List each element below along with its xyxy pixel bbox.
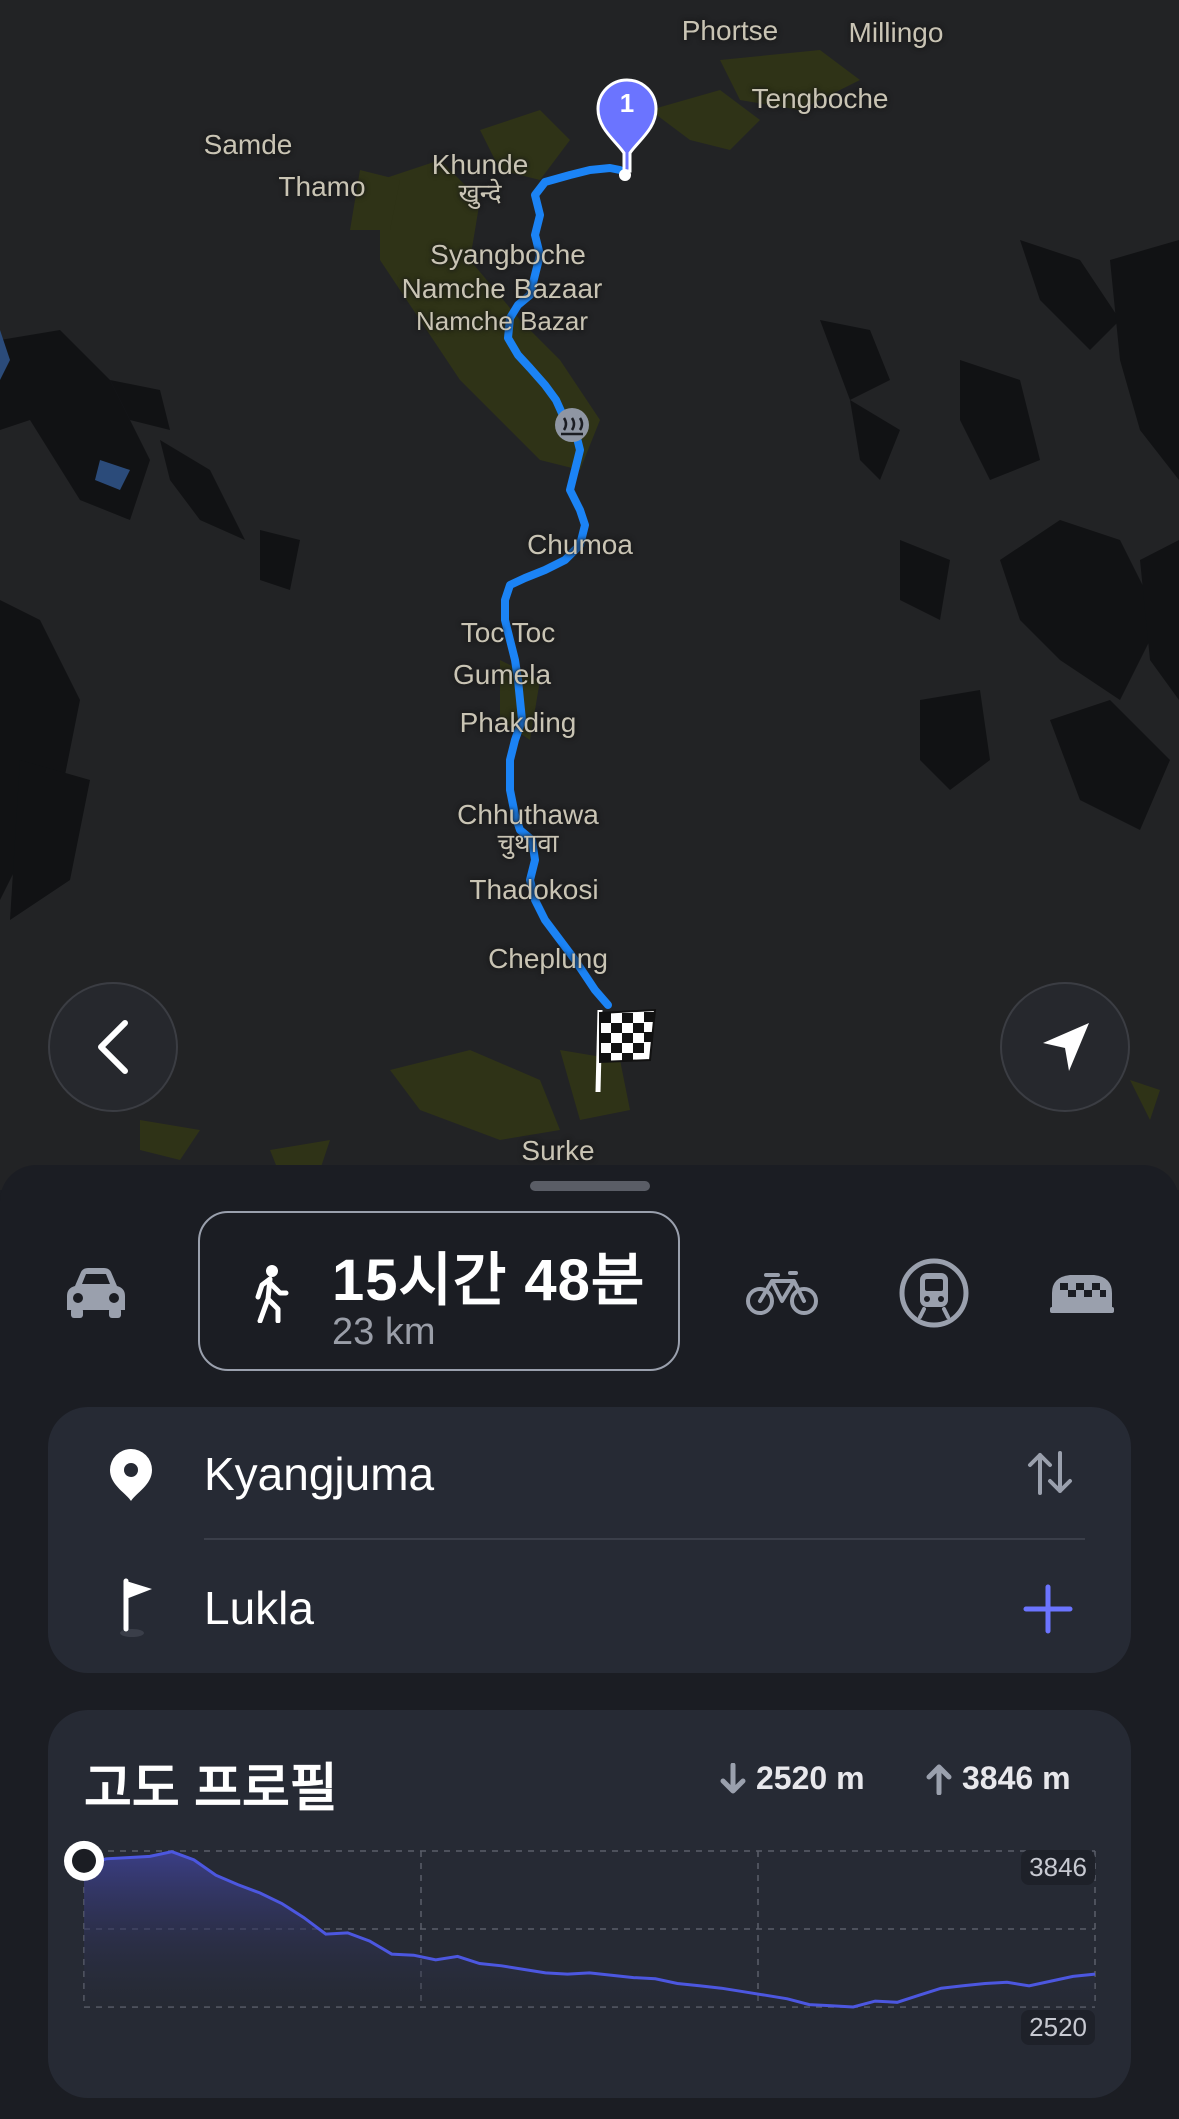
my-location-button[interactable]	[1000, 982, 1130, 1112]
mode-car-button[interactable]	[58, 1255, 134, 1331]
place-label: Millingo	[848, 17, 944, 48]
place-label: Thadokosi	[469, 874, 599, 905]
origin-field[interactable]: Kyangjuma	[204, 1447, 434, 1501]
place-label: Samde	[203, 129, 293, 160]
place-label: चुथावा	[497, 828, 559, 858]
route-card: Kyangjuma Lukla	[48, 1407, 1131, 1673]
taxi-icon	[1050, 1275, 1114, 1313]
place-label: Gumela	[452, 659, 552, 690]
elevation-card: 고도 프로필 2520 m 3846 m 3846 2520	[48, 1710, 1131, 2098]
place-label: Chumoa	[527, 529, 633, 560]
route-divider	[204, 1538, 1085, 1540]
place-label: Tengboche	[751, 83, 889, 114]
sheet-drag-handle[interactable]	[530, 1181, 650, 1191]
navigation-arrow-icon	[1043, 1023, 1089, 1071]
bicycle-icon	[746, 1271, 818, 1315]
place-label: Phortse	[681, 15, 779, 46]
mode-walk-button[interactable]: 15시간 48분 23 km	[198, 1211, 680, 1371]
car-icon	[67, 1268, 125, 1318]
destination-field[interactable]: Lukla	[204, 1581, 314, 1635]
place-label: Syangboche	[430, 239, 586, 270]
plus-icon[interactable]	[1022, 1583, 1074, 1635]
elevation-chart[interactable]	[48, 1710, 1131, 2098]
swap-arrows-icon[interactable]	[1024, 1449, 1076, 1497]
place-label: Surke	[521, 1135, 595, 1166]
train-icon	[899, 1258, 969, 1328]
place-label: Namche Bazar	[416, 306, 588, 336]
location-pin-icon	[110, 1449, 152, 1501]
place-label: Cheplung	[488, 943, 608, 974]
place-label: Khunde	[431, 149, 529, 180]
route-duration: 15시간 48분	[332, 1248, 646, 1313]
mode-bike-button[interactable]	[744, 1261, 820, 1325]
bottom-sheet: 15시간 48분 23 km Kyangjuma Lukla 고도 프로필 25…	[0, 1165, 1179, 2119]
chart-cursor-inner	[72, 1848, 96, 1873]
route-distance: 23 km	[332, 1311, 436, 1353]
place-label: Thamo	[278, 171, 366, 202]
place-label: Phakding	[459, 707, 577, 738]
start-pin-number: 1	[619, 88, 635, 118]
mode-transit-button[interactable]	[896, 1255, 972, 1331]
hot-spring-icon[interactable]	[555, 408, 589, 442]
mode-taxi-button[interactable]	[1044, 1259, 1120, 1327]
back-button[interactable]	[48, 982, 178, 1112]
place-label: खुन्दे	[458, 178, 502, 208]
chevron-left-icon	[98, 1020, 128, 1074]
y-max-label: 3846	[1021, 1850, 1095, 1885]
walking-person-icon	[255, 1265, 289, 1323]
map-terrain	[0, 50, 1179, 1175]
y-min-label: 2520	[1021, 2010, 1095, 2045]
place-label: Toc Toc	[460, 617, 556, 648]
map-view[interactable]: 1 Phortse Millingo Tengboche Samde Thamo…	[0, 0, 1179, 1190]
destination-flag-icon	[120, 1578, 152, 1637]
place-label: Namche Bazaar	[401, 273, 603, 304]
place-label: Chhuthawa	[457, 799, 599, 830]
